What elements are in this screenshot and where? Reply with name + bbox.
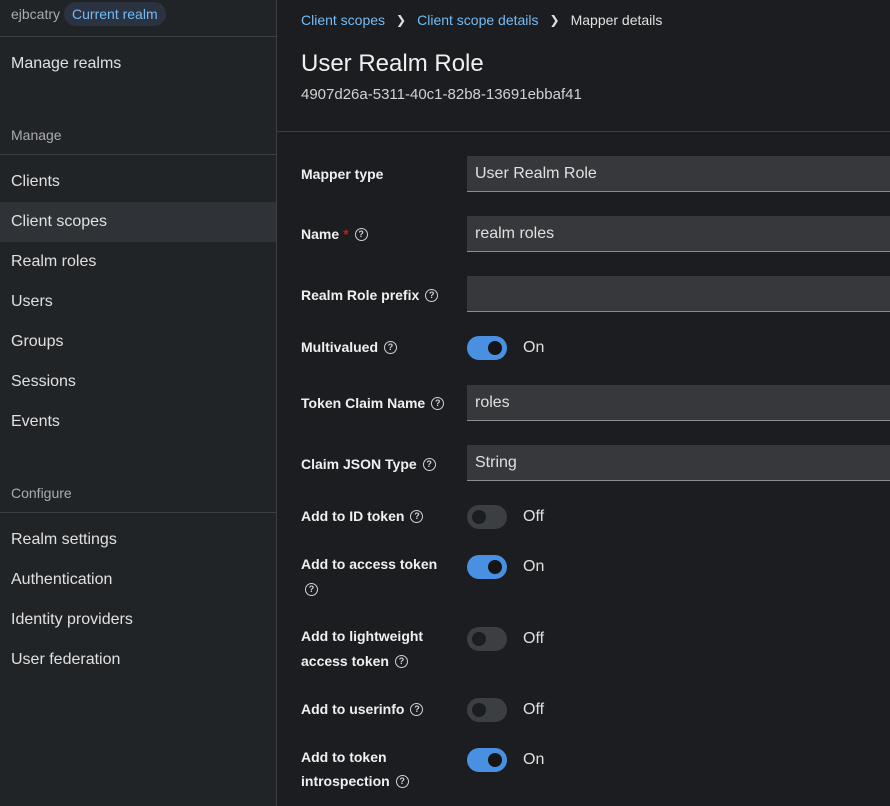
add-to-access-token-label: Add to access token (301, 556, 438, 572)
question-circle-icon[interactable]: ? (395, 774, 409, 788)
question-circle-icon[interactable]: ? (425, 288, 439, 302)
add-to-id-token-toggle[interactable] (467, 505, 507, 529)
main-content: Client scopes ❯ Client scope details ❯ M… (277, 0, 890, 806)
multivalued-switch[interactable]: On (467, 336, 544, 360)
sidebar-item-groups[interactable]: Groups (0, 322, 276, 362)
sidebar-item-identity-providers[interactable]: Identity providers (0, 600, 276, 640)
header-divider (277, 131, 890, 132)
mapper-type-field: User Realm Role (467, 156, 890, 192)
add-to-lightweight-label-line1: Add to lightweight (301, 628, 424, 644)
add-to-access-token-switch[interactable]: On (467, 555, 544, 579)
sidebar-item-manage-realms[interactable]: Manage realms (0, 44, 276, 84)
add-to-id-token-state: Off (523, 508, 545, 525)
question-circle-icon[interactable]: ? (422, 457, 436, 471)
realm-selector[interactable]: ejbcatry Current realm (11, 0, 166, 28)
add-to-userinfo-label: Add to userinfo? (301, 697, 424, 721)
add-to-access-token-state: On (523, 558, 545, 575)
add-to-introspection-toggle[interactable] (467, 748, 507, 772)
multivalued-toggle[interactable] (467, 336, 507, 360)
add-to-id-token-label: Add to ID token? (301, 504, 424, 528)
question-circle-icon[interactable]: ? (354, 227, 368, 241)
mapper-type-label: Mapper type (301, 166, 384, 182)
breadcrumb-client-scopes[interactable]: Client scopes (301, 12, 385, 28)
add-to-lightweight-toggle[interactable] (467, 627, 507, 651)
question-circle-icon[interactable]: ? (410, 509, 424, 523)
sidebar-item-realm-roles[interactable]: Realm roles (0, 242, 276, 282)
sidebar-item-users[interactable]: Users (0, 282, 276, 322)
add-to-lightweight-label-line2: access token? (301, 649, 408, 673)
question-circle-icon[interactable]: ? (305, 582, 318, 596)
add-to-access-token-toggle[interactable] (467, 555, 507, 579)
sidebar-divider (0, 154, 276, 155)
add-to-introspection-state: On (523, 751, 545, 768)
sidebar-divider (0, 36, 276, 37)
sidebar-item-events[interactable]: Events (0, 402, 276, 442)
sidebar-item-client-scopes[interactable]: Client scopes (0, 202, 276, 242)
add-to-introspection-label-line1: Add to token (301, 749, 387, 765)
add-to-access-token-help: ? (301, 577, 318, 601)
required-mark: * (343, 226, 349, 242)
breadcrumb-client-scope-details[interactable]: Client scope details (417, 12, 538, 28)
mapper-id: 4907d26a-5311-40c1-82b8-13691ebbaf41 (301, 86, 582, 103)
question-circle-icon[interactable]: ? (394, 654, 408, 668)
realm-name: ejbcatry (11, 6, 61, 22)
chevron-right-icon: ❯ (549, 13, 560, 27)
breadcrumb-current: Mapper details (570, 12, 663, 28)
add-to-introspection-switch[interactable]: On (467, 748, 544, 772)
claim-json-type-label: Claim JSON Type? (301, 452, 436, 476)
add-to-id-token-switch[interactable]: Off (467, 505, 544, 529)
add-to-lightweight-switch[interactable]: Off (467, 627, 544, 651)
question-circle-icon[interactable]: ? (410, 702, 424, 716)
sidebar-section-manage: Manage (11, 127, 62, 143)
chevron-right-icon: ❯ (396, 13, 407, 27)
sidebar-section-configure: Configure (11, 485, 72, 501)
add-to-userinfo-toggle[interactable] (467, 698, 507, 722)
realm-role-prefix-label: Realm Role prefix? (301, 283, 439, 307)
sidebar-item-user-federation[interactable]: User federation (0, 640, 276, 680)
sidebar-divider (0, 512, 276, 513)
sidebar: ejbcatry Current realm Manage realms Man… (0, 0, 277, 806)
current-realm-badge: Current realm (64, 2, 166, 26)
sidebar-item-authentication[interactable]: Authentication (0, 560, 276, 600)
realm-role-prefix-input[interactable] (467, 276, 890, 312)
multivalued-label: Multivalued? (301, 335, 398, 359)
question-circle-icon[interactable]: ? (384, 340, 398, 354)
sidebar-item-sessions[interactable]: Sessions (0, 362, 276, 402)
page-title: User Realm Role (301, 50, 484, 77)
add-to-introspection-label-line2: introspection? (301, 769, 409, 793)
token-claim-name-label: Token Claim Name? (301, 391, 445, 415)
claim-json-type-select[interactable]: String (467, 445, 890, 481)
breadcrumb: Client scopes ❯ Client scope details ❯ M… (301, 10, 662, 30)
multivalued-state: On (523, 339, 545, 356)
name-input[interactable] (467, 216, 890, 252)
question-circle-icon[interactable]: ? (431, 396, 445, 410)
sidebar-item-clients[interactable]: Clients (0, 162, 276, 202)
add-to-userinfo-switch[interactable]: Off (467, 698, 544, 722)
token-claim-name-input[interactable] (467, 385, 890, 421)
name-label: Name *? (301, 222, 368, 246)
add-to-userinfo-state: Off (523, 701, 545, 718)
add-to-lightweight-state: Off (523, 630, 545, 647)
sidebar-item-realm-settings[interactable]: Realm settings (0, 520, 276, 560)
